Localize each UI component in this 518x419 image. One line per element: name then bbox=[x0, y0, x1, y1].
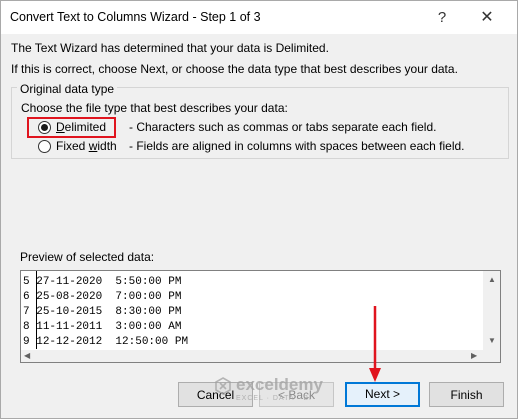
preview-area[interactable]: 5 27-11-2020 5:50:00 PM 6 25-08-2020 7:0… bbox=[20, 270, 501, 363]
scroll-down-icon[interactable]: ▼ bbox=[488, 336, 496, 345]
intro-line-2: If this is correct, choose Next, or choo… bbox=[11, 62, 458, 76]
close-button[interactable]: ✕ bbox=[474, 5, 500, 31]
group-legend: Original data type bbox=[17, 82, 118, 96]
file-type-prompt: Choose the file type that best describes… bbox=[21, 101, 288, 115]
annotation-arrow-icon bbox=[369, 306, 381, 382]
label-text: idth bbox=[97, 139, 117, 153]
row-number: 5 bbox=[23, 276, 30, 288]
highlight-box bbox=[27, 117, 116, 138]
row-text: 11-11-2011 3:00:00 AM bbox=[36, 321, 182, 333]
preview-row: 7 25-10-2015 8:30:00 PM bbox=[23, 306, 181, 319]
scroll-up-icon[interactable]: ▲ bbox=[488, 275, 496, 284]
watermark-name: exceldemy bbox=[236, 375, 323, 394]
dialog-title: Convert Text to Columns Wizard - Step 1 … bbox=[10, 10, 261, 24]
exceldemy-logo-icon bbox=[215, 377, 231, 395]
next-button[interactable]: Next > bbox=[345, 382, 420, 407]
preview-row: 6 25-08-2020 7:00:00 PM bbox=[23, 291, 181, 304]
preview-row: 9 12-12-2012 12:50:00 PM bbox=[23, 336, 188, 349]
fixed-width-radio[interactable] bbox=[38, 140, 51, 153]
row-number: 7 bbox=[23, 306, 30, 318]
vertical-scrollbar[interactable]: ▲ ▼ bbox=[483, 271, 500, 362]
delimited-description: - Characters such as commas or tabs sepa… bbox=[129, 120, 437, 134]
help-button[interactable]: ? bbox=[429, 5, 455, 31]
row-text: 12-12-2012 12:50:00 PM bbox=[36, 336, 189, 348]
row-number: 8 bbox=[23, 321, 30, 333]
intro-line-1: The Text Wizard has determined that your… bbox=[11, 41, 329, 55]
row-text: 25-08-2020 7:00:00 PM bbox=[36, 291, 182, 303]
fixed-width-label[interactable]: Fixed width bbox=[56, 139, 117, 153]
preview-label: Preview of selected data: bbox=[20, 250, 155, 264]
finish-button[interactable]: Finish bbox=[429, 382, 504, 407]
title-bar: Convert Text to Columns Wizard - Step 1 … bbox=[1, 1, 517, 34]
label-text: Fixed bbox=[56, 139, 89, 153]
preview-row: 5 27-11-2020 5:50:00 PM bbox=[23, 276, 181, 289]
scroll-left-icon[interactable]: ◀ bbox=[24, 351, 30, 360]
scroll-right-icon[interactable]: ▶ bbox=[471, 351, 477, 360]
watermark-tagline: EXCEL · DATA · BI bbox=[236, 395, 312, 402]
horizontal-scrollbar[interactable]: ◀ ▶ bbox=[21, 350, 483, 362]
preview-row: 8 11-11-2011 3:00:00 AM bbox=[23, 321, 181, 334]
fixed-width-description: - Fields are aligned in columns with spa… bbox=[129, 139, 465, 153]
wizard-dialog: Convert Text to Columns Wizard - Step 1 … bbox=[0, 0, 518, 419]
row-number: 9 bbox=[23, 336, 30, 348]
watermark: exceldemy EXCEL · DATA · BI bbox=[214, 373, 334, 407]
row-number: 6 bbox=[23, 291, 30, 303]
row-text: 25-10-2015 8:30:00 PM bbox=[36, 306, 182, 318]
row-text: 27-11-2020 5:50:00 PM bbox=[36, 276, 182, 288]
